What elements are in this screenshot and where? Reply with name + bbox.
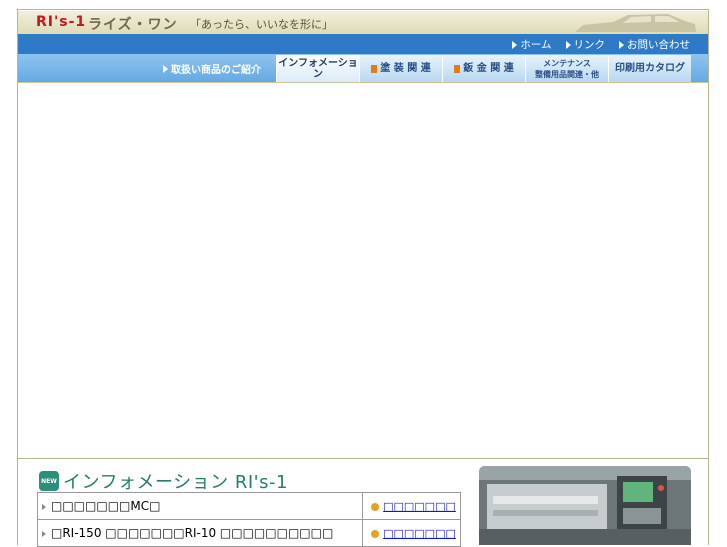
arrow-right-icon [619,40,624,49]
link-arrow-icon [371,502,380,511]
tab-sheet-metal[interactable]: 鈑 金 関 連 [442,55,525,82]
table-row: □RI-150 □□□□□□□RI-10 □□□□□□□□□□ □□□□□□□ [37,519,461,547]
tab-maintenance-sub: 整備用品関連・他 [535,69,599,79]
news-link[interactable]: □□□□□□□ [383,527,456,540]
category-icon [454,64,461,73]
tab-sheet-metal-label: 鈑 金 関 連 [463,63,514,74]
new-badge-icon: NEW [39,471,59,491]
arrow-right-icon [512,40,518,49]
info-title: インフォメーション RI's-1 [63,472,288,493]
divider [18,82,708,83]
tagline: 「あったら、いいなを形に」 [190,18,333,31]
arrow-right-icon [565,40,571,49]
tab-painting[interactable]: 塗 装 関 連 [359,55,442,82]
news-title-cell: □□□□□□□MC□ [37,492,363,520]
divider [18,458,708,459]
nav-links-link[interactable]: リンク [565,37,606,52]
logo-brand[interactable]: RI's-1 [36,14,86,30]
logo-kana[interactable]: ライズ・ワン [88,14,178,34]
nav-contact-label: お問い合わせ [627,39,690,51]
site-header: RI's-1 ライズ・ワン 「あったら、いいなを形に」 [18,11,708,34]
nav-home-label: ホーム [520,39,552,51]
top-strip [17,0,709,10]
news-title-cell: □RI-150 □□□□□□□RI-10 □□□□□□□□□□ [37,519,363,547]
news-title: □RI-150 □□□□□□□RI-10 □□□□□□□□□□ [51,526,334,540]
link-arrow-icon [371,529,380,538]
table-row: □□□□□□□MC□ □□□□□□□ [37,492,461,520]
info-heading: NEW インフォメーション RI's-1 [39,468,288,494]
news-link-cell: □□□□□□□ [362,519,461,547]
nav-links-label: リンク [573,39,606,51]
news-link-cell: □□□□□□□ [362,492,461,520]
arrow-right-icon [163,64,168,73]
car-silhouette-icon [575,14,696,32]
bullet-icon [42,530,46,537]
machine-photo-image [479,466,691,545]
tab-catalog[interactable]: 印刷用カタログ [608,55,691,82]
news-title: □□□□□□□MC□ [51,499,161,513]
products-intro-label: 取扱い商品のご紹介 [171,65,261,76]
news-table: □□□□□□□MC□ □□□□□□□ □RI-150 □□□□□□□RI-10 … [37,492,461,547]
tab-information[interactable]: インフォメーション [276,55,359,82]
top-nav: ホーム リンク お問い合わせ [18,34,708,54]
tab-maintenance-label: メンテナンス [543,58,591,68]
nav-contact-link[interactable]: お問い合わせ [619,37,690,52]
tab-information-label: インフォメーション [278,57,358,80]
news-link[interactable]: □□□□□□□ [383,500,456,513]
category-icon [371,64,378,73]
machine-photo [479,466,691,545]
main-nav: 取扱い商品のご紹介 インフォメーション 塗 装 関 連 鈑 金 関 連 メンテナ… [18,54,708,82]
tab-maintenance[interactable]: メンテナンス 整備用品関連・他 [525,55,608,82]
tab-catalog-label: 印刷用カタログ [615,63,685,74]
products-intro: 取扱い商品のご紹介 [163,61,261,76]
nav-home-link[interactable]: ホーム [512,37,552,52]
tab-painting-label: 塗 装 関 連 [380,63,431,74]
bullet-icon [42,503,46,510]
